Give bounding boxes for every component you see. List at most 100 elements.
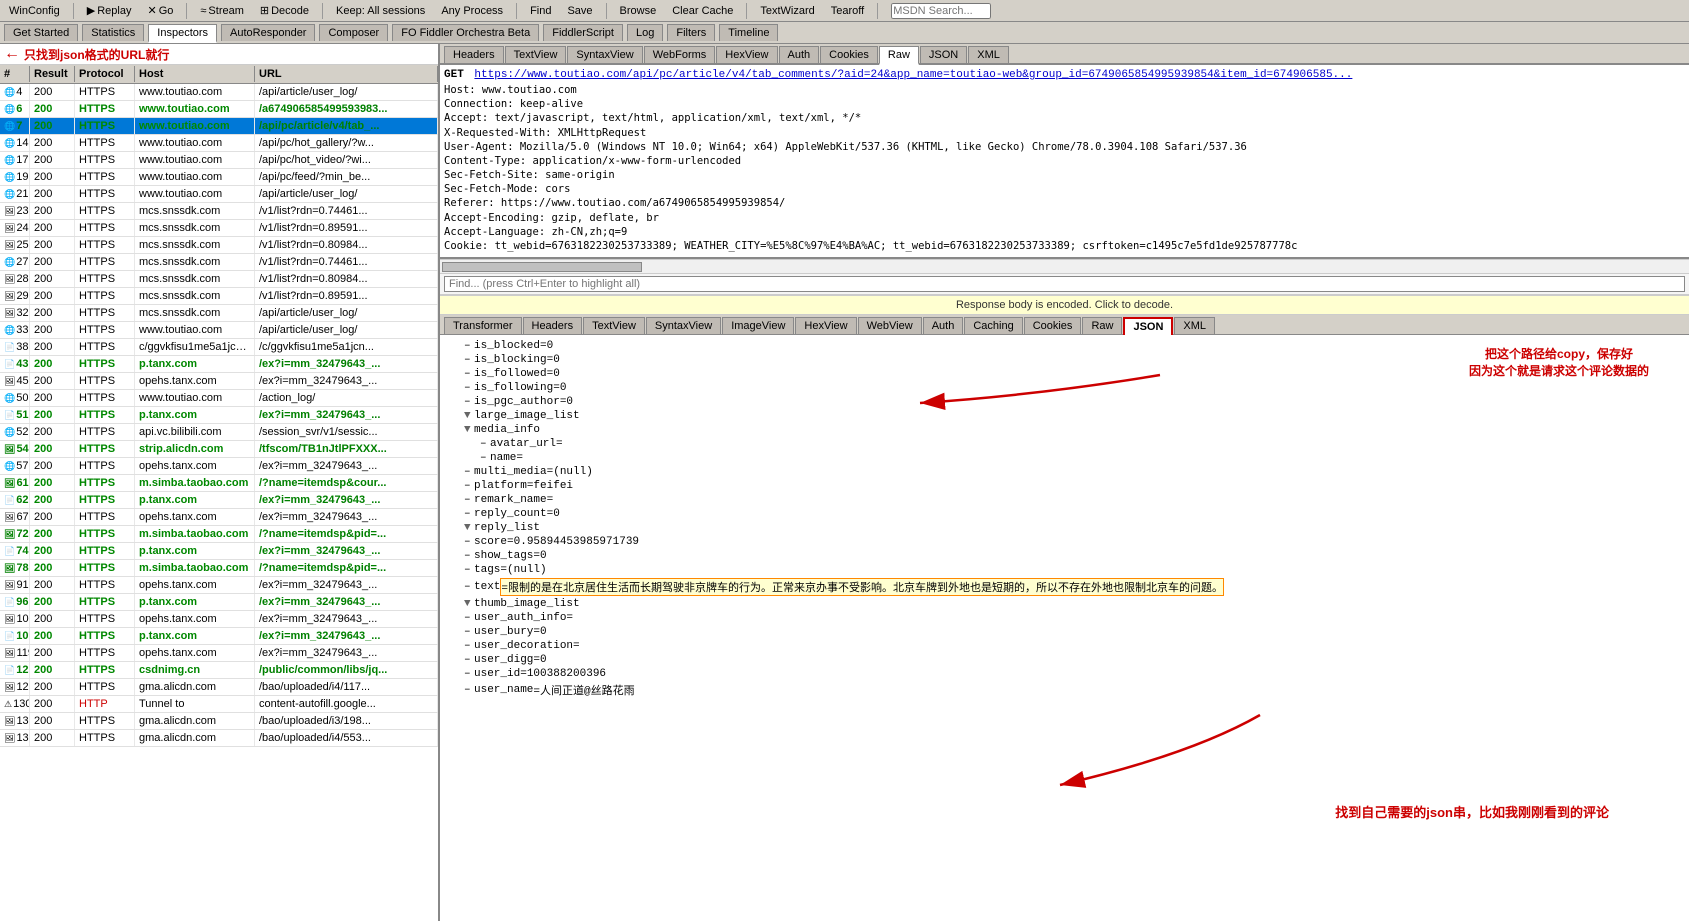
table-row[interactable]: 🖼 132 200 HTTPS gma.alicdn.com /bao/uplo… — [0, 730, 438, 747]
table-row[interactable]: 🌐 17 200 HTTPS www.toutiao.com /api/pc/h… — [0, 152, 438, 169]
table-row[interactable]: 🌐 52 200 HTTPS api.vc.bilibili.com /sess… — [0, 424, 438, 441]
save-button[interactable]: Save — [562, 3, 597, 19]
hscroll-thumb[interactable] — [442, 262, 642, 272]
textwizard-button[interactable]: TextWizard — [755, 3, 819, 19]
resp-tab-json[interactable]: JSON — [1123, 317, 1173, 335]
table-row[interactable]: 📄 74 200 HTTPS p.tanx.com /ex?i=mm_32479… — [0, 543, 438, 560]
table-row[interactable]: 🖼 91 200 HTTPS opehs.tanx.com /ex?i=mm_3… — [0, 577, 438, 594]
table-row[interactable]: 🌐 33 200 HTTPS www.toutiao.com /api/arti… — [0, 322, 438, 339]
keep-sessions-button[interactable]: Keep: All sessions — [331, 3, 430, 19]
table-row[interactable]: 🖼 32 200 HTTPS mcs.snssdk.com /api/artic… — [0, 305, 438, 322]
resp-tab-cookies[interactable]: Cookies — [1024, 317, 1082, 334]
req-tab-cookies[interactable]: Cookies — [820, 46, 878, 63]
resp-tab-webview[interactable]: WebView — [858, 317, 922, 334]
row-icon: 📄 — [4, 631, 15, 642]
replay-button[interactable]: ▶ Replay — [82, 2, 137, 19]
winconfig-button[interactable]: WinConfig — [4, 3, 65, 19]
table-row[interactable]: 🌐 6 200 HTTPS www.toutiao.com /a67490658… — [0, 101, 438, 118]
table-row[interactable]: 🖼 29 200 HTTPS mcs.snssdk.com /v1/list?r… — [0, 288, 438, 305]
tab-fiddler-script[interactable]: FiddlerScript — [543, 24, 623, 41]
json-tree[interactable]: –is_blocked=0–is_blocking=0–is_followed=… — [440, 335, 1689, 921]
find-input[interactable] — [444, 276, 1685, 292]
table-row[interactable]: 🖼 23 200 HTTPS mcs.snssdk.com /v1/list?r… — [0, 203, 438, 220]
tab-statistics[interactable]: Statistics — [82, 24, 144, 41]
tab-inspectors[interactable]: Inspectors — [148, 24, 217, 43]
tab-autoresponder[interactable]: AutoResponder — [221, 24, 315, 41]
request-url[interactable]: https://www.toutiao.com/api/pc/article/v… — [474, 69, 1352, 81]
req-tab-syntaxview[interactable]: SyntaxView — [567, 46, 642, 63]
req-tab-headers[interactable]: Headers — [444, 46, 504, 63]
table-row[interactable]: 🌐 4 200 HTTPS www.toutiao.com /api/artic… — [0, 84, 438, 101]
table-row[interactable]: 📄 51 200 HTTPS p.tanx.com /ex?i=mm_32479… — [0, 407, 438, 424]
table-row[interactable]: 📄 43 200 HTTPS p.tanx.com /ex?i=mm_32479… — [0, 356, 438, 373]
table-row[interactable]: 🖼 129 200 HTTPS gma.alicdn.com /bao/uplo… — [0, 679, 438, 696]
tearoff-button[interactable]: Tearoff — [826, 3, 869, 19]
table-row[interactable]: 🌐 57 200 HTTPS opehs.tanx.com /ex?i=mm_3… — [0, 458, 438, 475]
tree-expand-arrow[interactable]: ▼ — [464, 522, 474, 534]
traffic-table-body[interactable]: 🌐 4 200 HTTPS www.toutiao.com /api/artic… — [0, 84, 438, 921]
table-row[interactable]: 🖼 28 200 HTTPS mcs.snssdk.com /v1/list?r… — [0, 271, 438, 288]
cell-protocol: HTTPS — [75, 84, 135, 100]
tab-timeline[interactable]: Timeline — [719, 24, 778, 41]
table-row[interactable]: 🖼 61 200 HTTPS m.simba.taobao.com /?name… — [0, 475, 438, 492]
stream-button[interactable]: ≈ Stream — [195, 3, 249, 19]
tab-get-started[interactable]: Get Started — [4, 24, 78, 41]
req-tab-hexview[interactable]: HexView — [716, 46, 777, 63]
browse-button[interactable]: Browse — [615, 3, 662, 19]
req-tab-webforms[interactable]: WebForms — [644, 46, 716, 63]
decode-button[interactable]: ⊞ Decode — [255, 2, 314, 19]
table-row[interactable]: 🖼 131 200 HTTPS gma.alicdn.com /bao/uplo… — [0, 713, 438, 730]
table-row[interactable]: 🖼 67 200 HTTPS opehs.tanx.com /ex?i=mm_3… — [0, 509, 438, 526]
resp-tab-headers[interactable]: Headers — [523, 317, 583, 334]
req-tab-json[interactable]: JSON — [920, 46, 967, 63]
req-tab-xml[interactable]: XML — [968, 46, 1009, 63]
table-row[interactable]: 📄 38 200 HTTPS c/ggvkfisu1me5a1jcn... /c… — [0, 339, 438, 356]
tab-log[interactable]: Log — [627, 24, 663, 41]
table-row[interactable]: 🌐 7 200 HTTPS www.toutiao.com /api/pc/ar… — [0, 118, 438, 135]
table-row[interactable]: 🖼 45 200 HTTPS opehs.tanx.com /ex?i=mm_3… — [0, 373, 438, 390]
any-process-button[interactable]: Any Process — [436, 3, 508, 19]
table-row[interactable]: 🌐 50 200 HTTPS www.toutiao.com /action_l… — [0, 390, 438, 407]
resp-tab-caching[interactable]: Caching — [964, 317, 1022, 334]
cell-protocol: HTTPS — [75, 713, 135, 729]
resp-tab-imageview[interactable]: ImageView — [722, 317, 794, 334]
table-row[interactable]: 🌐 19 200 HTTPS www.toutiao.com /api/pc/f… — [0, 169, 438, 186]
table-row[interactable]: ⚠ 130 200 HTTP Tunnel to content-autofil… — [0, 696, 438, 713]
resp-tab-textview[interactable]: TextView — [583, 317, 645, 334]
resp-tab-hexview[interactable]: HexView — [795, 317, 856, 334]
table-row[interactable]: 🌐 21 200 HTTPS www.toutiao.com /api/arti… — [0, 186, 438, 203]
table-row[interactable]: 🌐 27 200 HTTPS mcs.snssdk.com /v1/list?r… — [0, 254, 438, 271]
req-tab-textview[interactable]: TextView — [505, 46, 567, 63]
table-row[interactable]: 🖼 105 200 HTTPS opehs.tanx.com /ex?i=mm_… — [0, 611, 438, 628]
find-button[interactable]: Find — [525, 3, 556, 19]
tab-composer[interactable]: Composer — [319, 24, 388, 41]
clear-cache-button[interactable]: Clear Cache — [667, 3, 738, 19]
go-button[interactable]: ✕ Go — [142, 2, 178, 19]
table-row[interactable]: 🖼 54 200 HTTPS strip.alicdn.com /tfscom/… — [0, 441, 438, 458]
table-row[interactable]: 🖼 25 200 HTTPS mcs.snssdk.com /v1/list?r… — [0, 237, 438, 254]
resp-tab-xml[interactable]: XML — [1174, 317, 1215, 334]
request-hscroll[interactable] — [440, 259, 1689, 273]
table-row[interactable]: 📄 109 200 HTTPS p.tanx.com /ex?i=mm_3247… — [0, 628, 438, 645]
table-row[interactable]: 🖼 78 200 HTTPS m.simba.taobao.com /?name… — [0, 560, 438, 577]
table-row[interactable]: 📄 62 200 HTTPS p.tanx.com /ex?i=mm_32479… — [0, 492, 438, 509]
msdn-search[interactable] — [886, 1, 996, 21]
table-row[interactable]: 🖼 72 200 HTTPS m.simba.taobao.com /?name… — [0, 526, 438, 543]
table-row[interactable]: 📄 125 200 HTTPS csdnimg.cn /public/commo… — [0, 662, 438, 679]
req-tab-auth[interactable]: Auth — [779, 46, 820, 63]
tree-expand-arrow[interactable]: ▼ — [464, 598, 474, 610]
tree-expand-arrow[interactable]: ▼ — [464, 424, 474, 436]
table-row[interactable]: 🖼 119 200 HTTPS opehs.tanx.com /ex?i=mm_… — [0, 645, 438, 662]
table-row[interactable]: 📄 96 200 HTTPS p.tanx.com /ex?i=mm_32479… — [0, 594, 438, 611]
resp-tab-transformer[interactable]: Transformer — [444, 317, 522, 334]
resp-tab-syntaxview[interactable]: SyntaxView — [646, 317, 721, 334]
table-row[interactable]: 🖼 24 200 HTTPS mcs.snssdk.com /v1/list?r… — [0, 220, 438, 237]
tree-expand-arrow[interactable]: ▼ — [464, 410, 474, 422]
resp-tab-auth[interactable]: Auth — [923, 317, 964, 334]
msdn-input[interactable] — [891, 3, 991, 19]
tab-filters[interactable]: Filters — [667, 24, 715, 41]
table-row[interactable]: 🌐 14 200 HTTPS www.toutiao.com /api/pc/h… — [0, 135, 438, 152]
req-tab-raw[interactable]: Raw — [879, 46, 919, 65]
tab-fiddler-orchestra[interactable]: FO Fiddler Orchestra Beta — [392, 24, 539, 41]
resp-tab-raw[interactable]: Raw — [1082, 317, 1122, 334]
